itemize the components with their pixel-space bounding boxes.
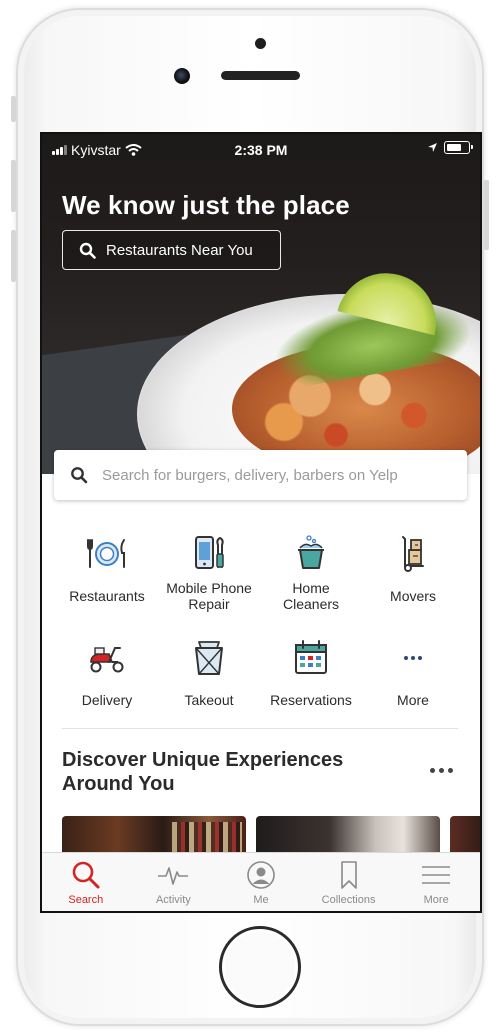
restaurants-near-you-button[interactable]: Restaurants Near You: [62, 230, 281, 270]
takeout-bag-icon: [195, 641, 223, 675]
plate-fork-knife-icon: [87, 539, 125, 568]
scooter-icon: [90, 647, 124, 673]
discover-more-options-icon[interactable]: [430, 768, 453, 773]
app-screen: Kyivstar 2:38 PM We know just the place: [40, 132, 482, 913]
search-placeholder: Search for burgers, delivery, barbers on…: [102, 466, 398, 484]
calendar-icon: [295, 640, 327, 674]
hero-title: We know just the place: [62, 190, 350, 220]
mute-switch: [11, 96, 16, 122]
home-button[interactable]: [219, 926, 301, 1008]
tab-label: Search: [68, 894, 104, 906]
more-dots-icon: [404, 656, 422, 660]
tab-label: Activity: [155, 894, 191, 906]
bottom-tab-bar: Search Activity Me Collections More: [42, 852, 480, 911]
category-label: Delivery: [81, 692, 133, 708]
category-delivery[interactable]: Delivery: [57, 638, 157, 708]
category-label: Movers: [390, 588, 436, 604]
category-restaurants[interactable]: Restaurants: [57, 534, 157, 604]
search-icon: [71, 467, 88, 484]
hero-banner: Kyivstar 2:38 PM We know just the place: [42, 134, 480, 474]
hand-truck-icon: [402, 536, 424, 572]
category-home-cleaners[interactable]: Home Cleaners: [261, 534, 361, 612]
experience-card[interactable]: [256, 816, 440, 856]
category-label: More: [397, 692, 429, 708]
category-more[interactable]: More: [363, 638, 463, 708]
earpiece-speaker: [221, 71, 300, 80]
category-reservations[interactable]: Reservations: [261, 638, 361, 708]
search-input[interactable]: Search for burgers, delivery, barbers on…: [54, 450, 467, 500]
category-takeout[interactable]: Takeout: [159, 638, 259, 708]
location-arrow-icon: [428, 143, 437, 152]
near-button-label: Restaurants Near You: [106, 241, 253, 259]
search-icon: [79, 242, 96, 259]
power-button: [484, 180, 489, 250]
category-label: Takeout: [184, 692, 234, 708]
tab-label: Me: [253, 894, 269, 906]
cleaning-bucket-icon: [298, 535, 324, 569]
tab-search[interactable]: Search: [42, 853, 130, 911]
volume-up-button: [11, 160, 16, 212]
discover-title-line2: Around You: [62, 773, 175, 795]
activity-icon: [158, 867, 189, 885]
category-mobile-phone-repair[interactable]: Mobile Phone Repair: [159, 534, 259, 612]
front-camera: [174, 68, 190, 84]
search-icon: [72, 861, 100, 889]
discover-title-line1: Discover Unique Experiences: [62, 749, 344, 771]
category-label: Reservations: [270, 692, 352, 708]
tab-activity[interactable]: Activity: [130, 853, 218, 911]
tab-label: More: [423, 894, 449, 906]
proximity-sensor: [255, 38, 266, 49]
category-label-line2: Repair: [188, 596, 230, 612]
experience-card[interactable]: [450, 816, 480, 856]
category-movers[interactable]: Movers: [363, 534, 463, 604]
battery-icon: [444, 141, 473, 154]
profile-icon: [247, 861, 275, 889]
volume-down-button: [11, 230, 16, 282]
tab-label: Collections: [321, 894, 376, 906]
bookmark-icon: [340, 861, 357, 889]
status-time: 2:38 PM: [234, 142, 288, 158]
tab-collections[interactable]: Collections: [305, 853, 393, 911]
category-label: Restaurants: [69, 588, 145, 604]
card-image-bar: [172, 822, 242, 856]
discover-section-title: Discover Unique Experiences Around You: [62, 748, 382, 796]
category-label-line2: Cleaners: [282, 596, 340, 612]
tab-more[interactable]: More: [392, 853, 480, 911]
category-label-line1: Mobile Phone: [166, 580, 252, 596]
experience-card[interactable]: [62, 816, 246, 856]
menu-icon: [422, 866, 451, 884]
status-bar: Kyivstar 2:38 PM: [42, 134, 480, 164]
category-label-line1: Home: [292, 580, 330, 596]
section-divider: [62, 728, 458, 729]
phone-repair-icon: [195, 536, 224, 569]
tab-me[interactable]: Me: [217, 853, 305, 911]
